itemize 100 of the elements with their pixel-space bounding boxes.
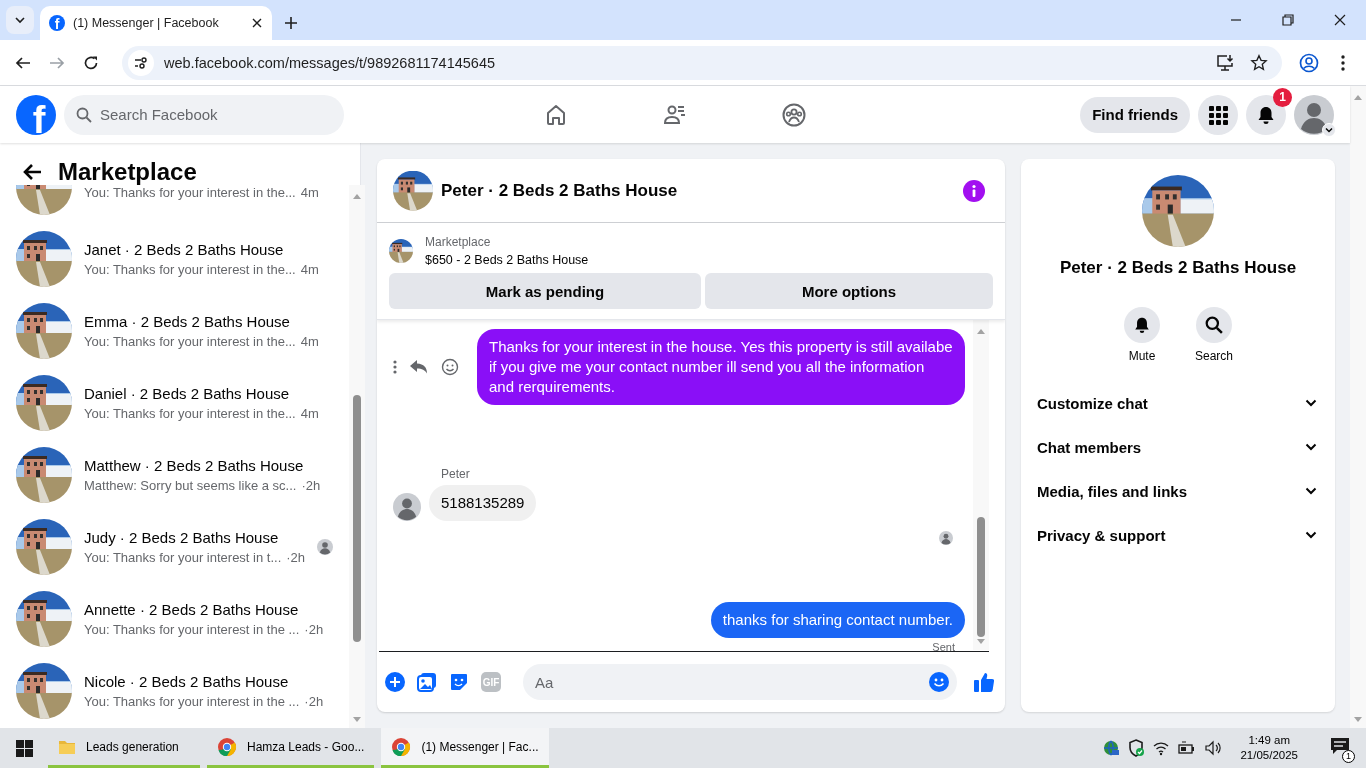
favicon: f [49,15,65,31]
message-preview: You: Thanks for your interest in the ... [84,694,300,709]
home-icon[interactable] [544,102,568,127]
message-bubble[interactable]: thanks for sharing contact number. [710,602,965,638]
facebook-logo[interactable]: f [16,94,56,135]
sticker-icon[interactable] [449,672,469,692]
forward-icon[interactable] [49,54,65,71]
message-preview: You: Thanks for your interest in t... [84,550,282,565]
message-bubble[interactable]: 5188135289 [429,485,537,521]
message-preview: You: Thanks for your interest in the ... [84,622,300,637]
close-icon[interactable] [252,18,262,28]
listing-action-button[interactable]: More options [705,273,993,309]
chevron-down-icon [1305,443,1317,451]
search-icon [1205,316,1223,334]
conversation-item[interactable]: You: Thanks for your interest in the... 4m [0,185,350,223]
plus-icon[interactable] [385,672,405,692]
message-time: ·2h [304,694,324,709]
sender-avatar [393,493,421,521]
plus-icon[interactable] [284,16,298,30]
sender-name: Peter [441,467,471,481]
reply-icon[interactable] [410,359,428,375]
message-preview: You: Thanks for your interest in the... [84,262,296,277]
conversation-item[interactable]: Matthew · 2 Beds 2 Baths House Matthew: Sorry but seems like a sc... ·2h [0,439,350,511]
notifications-button[interactable] [1246,94,1286,135]
more-icon[interactable] [393,360,397,374]
bell-icon [1133,316,1151,334]
windows-icon[interactable] [15,739,33,757]
profile-icon[interactable] [1299,52,1319,73]
conversation-item[interactable]: Nicole · 2 Beds 2 Baths House You: Thanks for your interest in the ... ·2h [0,655,350,727]
notification-count: 1 [1342,750,1355,763]
listing-action-button[interactable]: Mark as pending [389,273,701,309]
wifi-icon[interactable] [1152,740,1171,756]
message-preview: You: Thanks for your interest in the... [84,334,296,349]
messages-scrollbar[interactable] [973,320,989,650]
back-arrow-icon[interactable] [22,163,42,181]
site-settings-icon[interactable] [134,55,148,70]
folder-icon [58,738,76,755]
taskbar-item[interactable]: Leads generation [48,728,200,768]
close-icon[interactable] [1334,14,1346,26]
conversation-item[interactable]: Daniel · 2 Beds 2 Baths House You: Thanks for your interest in the... 4m [0,367,350,439]
clock[interactable]: 1:49 am 21/05/2025 [1240,733,1298,763]
mute-button[interactable]: Mute [1115,307,1169,363]
message-time: ·2h [286,550,306,565]
message-status: Sent [931,641,955,653]
taskbar-item[interactable]: (1) Messenger | Fac... [381,728,549,768]
reload-icon[interactable] [83,54,99,71]
conversation-item[interactable]: Annette · 2 Beds 2 Baths House You: Thanks for your interest in the ... ·2h [0,583,350,655]
speaker-icon[interactable] [1204,740,1223,756]
chevron-down-icon [1305,531,1317,539]
like-icon[interactable] [973,671,995,693]
star-icon[interactable] [1250,53,1268,72]
section-header[interactable]: Media, files and links [1021,469,1335,513]
profile-avatar [1294,94,1334,135]
conversation-item[interactable]: Emma · 2 Beds 2 Baths House You: Thanks for your interest in the... 4m [0,295,350,367]
chevron-down-icon [1325,125,1333,134]
install-icon[interactable] [1216,53,1234,72]
listing-title[interactable]: $650 - 2 Beds 2 Baths House [425,253,589,267]
conversation-name: Daniel · 2 Beds 2 Baths House [84,385,291,402]
search-icon [76,106,92,123]
message-bubble[interactable]: Thanks for your interest in the house. Yes this property is still availabe if you give me your contact number ill send you all the information and rerquirements. [477,329,965,405]
info-icon[interactable] [963,179,985,202]
section-header[interactable]: Privacy & support [1021,513,1335,557]
tab-list-button[interactable] [6,6,34,34]
sidebar-scrollbar[interactable] [349,185,366,728]
photo-icon[interactable] [417,672,437,692]
message-time: 4m [300,262,319,277]
bell-icon [1256,104,1276,125]
message-input[interactable]: Aa [523,664,957,700]
group-icon[interactable] [782,102,806,127]
back-icon[interactable] [15,54,31,71]
restore-icon[interactable] [1282,14,1294,26]
chat-title: Peter · 2 Beds 2 Baths House [441,180,679,201]
search-field[interactable]: Search Facebook [64,94,344,135]
chevron-down-icon [1305,399,1317,407]
section-header[interactable]: Chat members [1021,425,1335,469]
taskbar-item[interactable]: Hamza Leads - Goo... [207,728,375,768]
scrollbar-thumb[interactable] [977,517,985,637]
search-button[interactable]: Search [1187,307,1241,363]
message-time: ·2h [304,622,324,637]
menu-icon[interactable] [1341,54,1345,71]
message-time: 4m [300,185,319,200]
scrollbar-thumb[interactable] [353,395,362,642]
conversation-item[interactable]: Janet · 2 Beds 2 Baths House You: Thanks for your interest in the... 4m [0,223,350,295]
emoji-icon[interactable] [929,672,949,692]
browser-tab[interactable]: f (1) Messenger | Facebook [40,6,272,40]
section-header[interactable]: Customize chat [1021,381,1335,425]
shield-icon[interactable] [1128,739,1145,757]
find-friends-button[interactable]: Find friends [1080,96,1190,133]
seen-avatar [317,539,334,555]
conversation-item[interactable]: Judy · 2 Beds 2 Baths House You: Thanks for your interest in t... ·2h [0,511,350,583]
menu-button[interactable] [1198,94,1238,135]
battery-icon[interactable] [1178,741,1197,755]
chrome-icon [391,736,412,757]
grid-icon [1208,104,1228,125]
conversation-name: Matthew · 2 Beds 2 Baths House [84,457,305,474]
sidebar-title: Marketplace [58,159,197,185]
conversation-name: Annette · 2 Beds 2 Baths House [84,601,300,618]
address-bar[interactable]: web.facebook.com/messages/t/9892681174145645 [122,45,1282,80]
emoji-icon[interactable] [441,358,459,376]
network-globe-icon[interactable] [1102,739,1121,757]
